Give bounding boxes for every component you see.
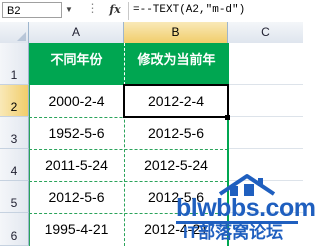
- header-cell-b1[interactable]: 修改为当前年: [124, 43, 228, 85]
- name-box[interactable]: B2: [2, 2, 62, 18]
- formula-bar: B2 ▼ ⋮ fx =--TEXT(A2,"m-d"): [0, 0, 303, 23]
- gridline: [228, 84, 303, 85]
- gridline: [228, 116, 303, 117]
- row-header-4[interactable]: 4: [0, 149, 29, 181]
- table-border: [29, 149, 228, 150]
- column-header-row: A B C: [0, 22, 303, 44]
- cell-a5[interactable]: 2012-5-6: [29, 181, 124, 213]
- row-header-5[interactable]: 5: [0, 181, 29, 213]
- cell-b4[interactable]: 2012-5-24: [124, 149, 228, 181]
- gridline: [228, 148, 303, 149]
- table-border: [29, 181, 228, 182]
- row-number: 5: [10, 196, 18, 210]
- formula-input[interactable]: =--TEXT(A2,"m-d"): [133, 2, 301, 18]
- row-header-6[interactable]: 6: [0, 213, 29, 246]
- column-header-b[interactable]: B: [124, 22, 228, 43]
- row-header-1[interactable]: 1: [0, 43, 29, 85]
- formula-bar-grip-icon[interactable]: ⋮: [84, 2, 100, 17]
- name-box-dropdown-icon[interactable]: ▼: [64, 3, 74, 17]
- row-header-3[interactable]: 3: [0, 117, 29, 149]
- row-header-2[interactable]: 2: [0, 85, 29, 117]
- select-all-button[interactable]: [0, 22, 29, 43]
- table-border: [29, 85, 30, 246]
- formula-bar-divider: [128, 2, 129, 20]
- insert-function-icon[interactable]: fx: [106, 2, 124, 18]
- row-number: 3: [10, 132, 18, 146]
- cell-a3[interactable]: 1952-5-6: [29, 117, 124, 149]
- cell-a4[interactable]: 2011-5-24: [29, 149, 124, 181]
- select-all-icon: [17, 32, 26, 41]
- watermark-subtitle: IT部落窝论坛: [183, 223, 284, 242]
- row-number: 1: [10, 68, 18, 82]
- watermark-domain: blwbbs.com: [176, 194, 316, 222]
- cell-a2[interactable]: 2000-2-4: [29, 85, 124, 117]
- fill-handle[interactable]: [225, 115, 230, 120]
- row-number: 6: [10, 229, 18, 243]
- row-number: 4: [10, 164, 18, 178]
- active-cell-outline: [123, 84, 229, 118]
- cell-a6[interactable]: 1995-4-21: [29, 213, 124, 245]
- column-header-c[interactable]: C: [228, 22, 303, 43]
- row-number: 2: [10, 100, 18, 114]
- header-cell-a1[interactable]: 不同年份: [29, 43, 124, 85]
- column-header-a[interactable]: A: [29, 22, 124, 43]
- cell-b3[interactable]: 2012-5-6: [124, 117, 228, 149]
